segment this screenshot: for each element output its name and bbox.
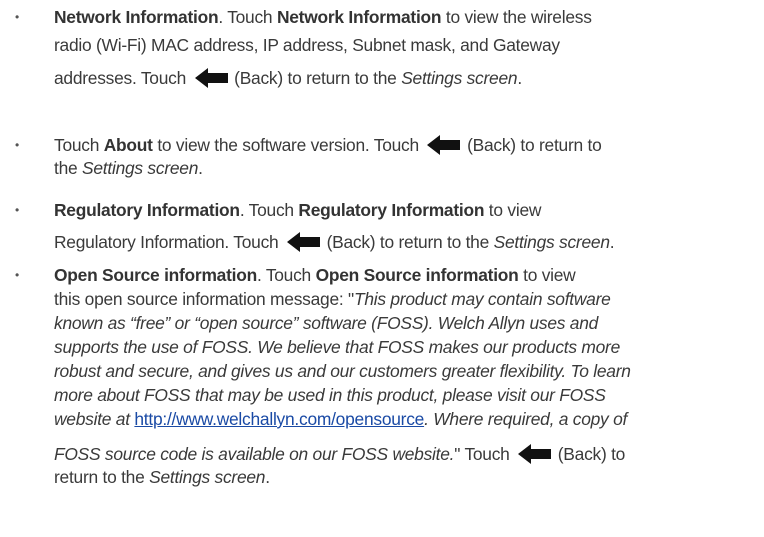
opensource-line-9: return to the Settings screen. (54, 467, 270, 487)
regulatory-line-2: Regulatory Information. Touch (Back) to … (54, 232, 615, 252)
foss-website-link[interactable]: http://www.welchallyn.com/opensource (134, 409, 424, 429)
regulatory-line-1: Regulatory Information. Touch Regulatory… (54, 200, 542, 220)
bullet-3: • (15, 203, 19, 217)
bullet-1: • (15, 10, 19, 24)
opensource-line-5: robust and secure, and gives us and our … (54, 361, 631, 381)
opensource-term: Open Source information (315, 265, 519, 285)
bullet-2: • (15, 138, 19, 152)
regulatory-term: Regulatory Information (298, 200, 485, 220)
network-info-line-3: addresses. Touch (Back) to return to the… (54, 68, 522, 88)
about-line-2: the Settings screen. (54, 158, 203, 178)
network-info-line-2: radio (Wi-Fi) MAC address, IP address, S… (54, 35, 560, 55)
opensource-line-1: Open Source information. Touch Open Sour… (54, 265, 576, 285)
back-arrow-icon (194, 68, 228, 88)
opensource-line-2: this open source information message: "T… (54, 289, 611, 309)
regulatory-heading: Regulatory Information (54, 200, 240, 220)
network-info-line-1: Network Information. Touch Network Infor… (54, 7, 592, 27)
back-arrow-icon (287, 232, 321, 252)
opensource-heading: Open Source information (54, 265, 257, 285)
opensource-line-3: known as “free” or “open source” softwar… (54, 313, 599, 333)
about-line-1: Touch About to view the software version… (54, 135, 602, 155)
network-info-heading: Network Information (54, 7, 219, 27)
bullet-4: • (15, 268, 19, 282)
back-arrow-icon (427, 135, 461, 155)
about-term: About (103, 135, 153, 155)
opensource-line-6: more about FOSS that may be used in this… (54, 385, 606, 405)
opensource-line-8: FOSS source code is available on our FOS… (54, 444, 626, 464)
opensource-line-4: supports the use of FOSS. We believe tha… (54, 337, 620, 357)
opensource-line-7: website at http://www.welchallyn.com/ope… (54, 409, 628, 429)
back-arrow-icon (518, 444, 552, 464)
network-info-term: Network Information (276, 7, 442, 27)
